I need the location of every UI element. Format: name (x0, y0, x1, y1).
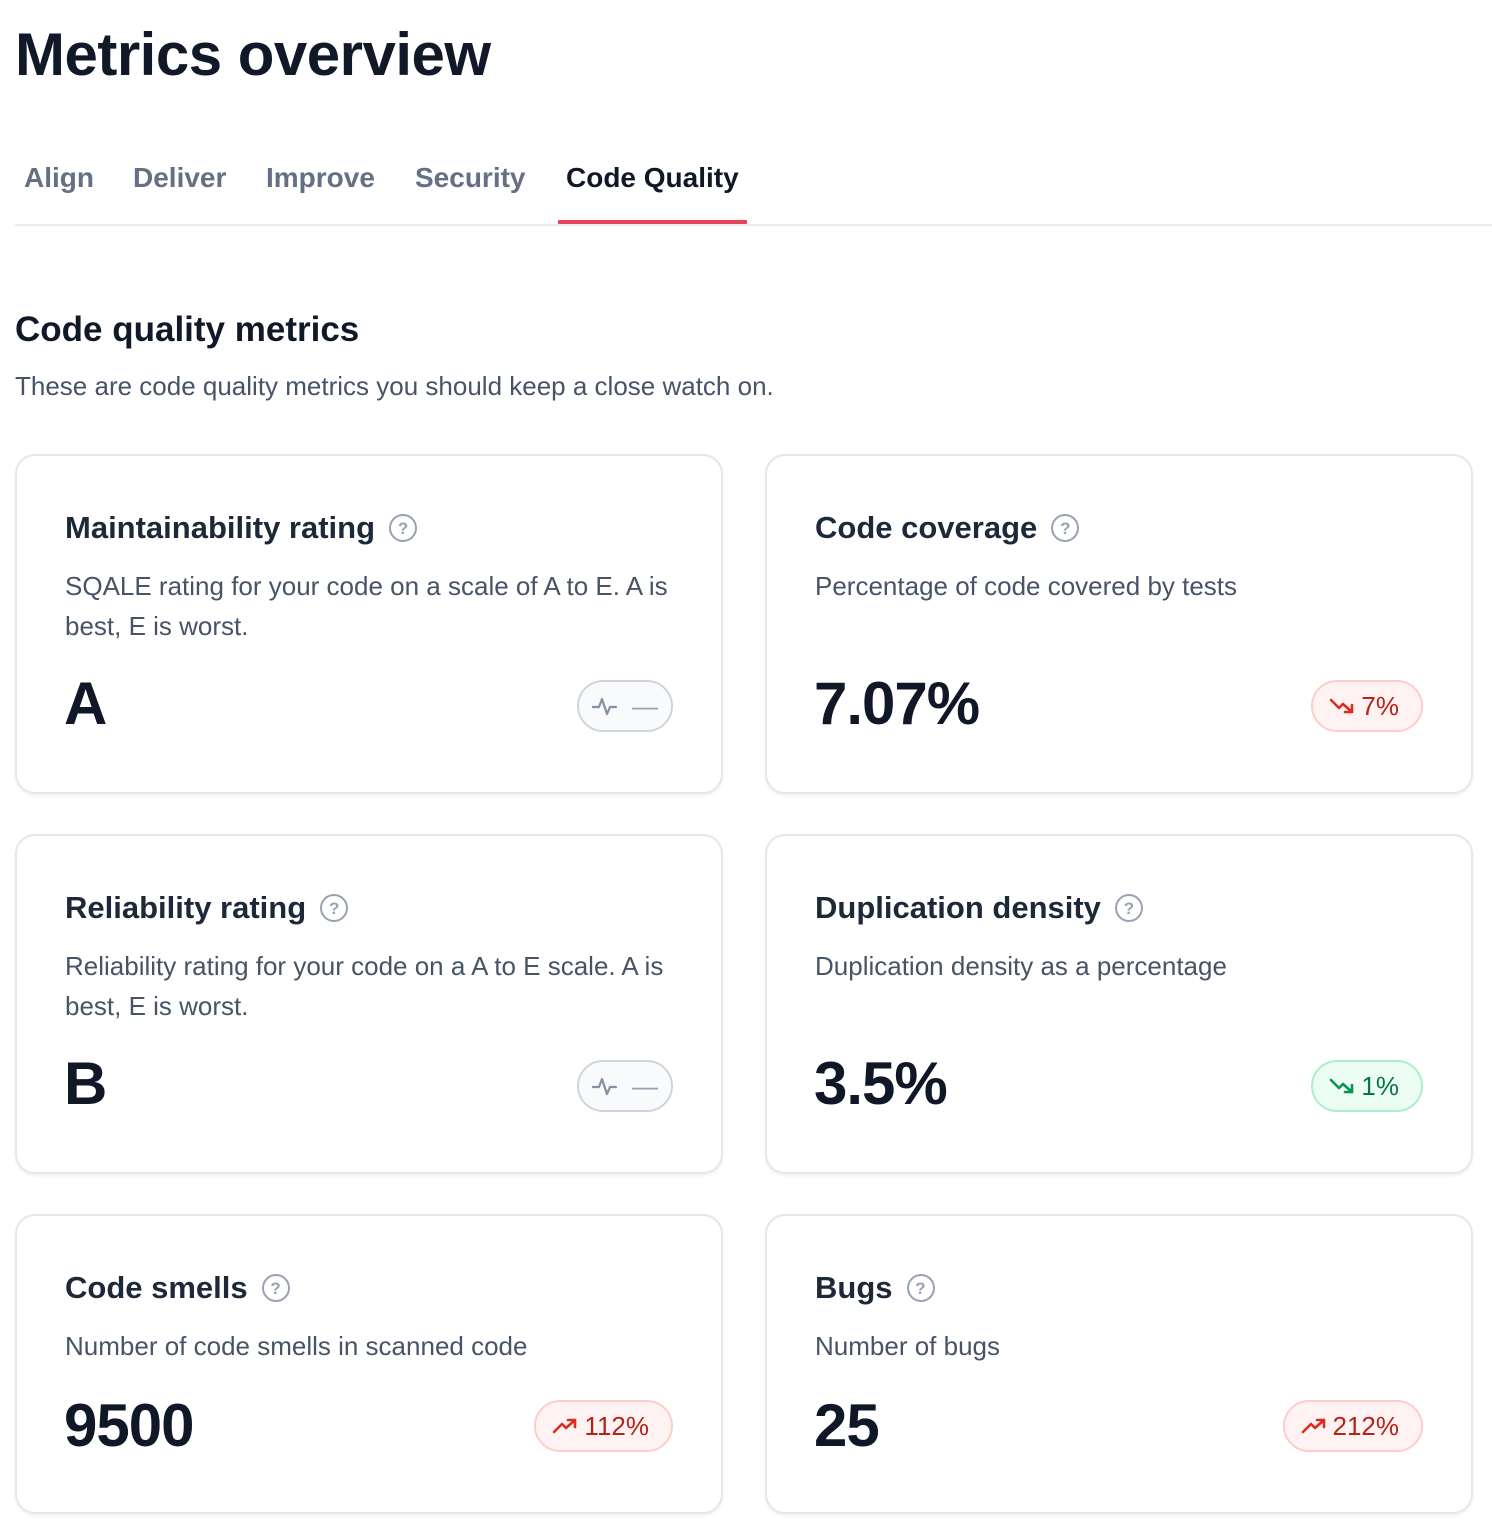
trend-badge: 1% (1311, 1060, 1423, 1112)
card-description: Reliability rating for your code on a A … (65, 951, 664, 1021)
metrics-page: Metrics overview Align Deliver Improve S… (0, 0, 1492, 1532)
page-title: Metrics overview (15, 21, 491, 88)
trend-badge: 7% (1311, 680, 1423, 732)
help-icon[interactable]: ? (1114, 894, 1143, 922)
card-value: 7.07% (814, 670, 980, 737)
trend-text: 7% (1361, 690, 1399, 721)
help-icon[interactable]: ? (261, 1274, 290, 1302)
tab-code-quality[interactable]: Code Quality (566, 162, 739, 194)
card-title: Maintainability rating (65, 510, 376, 545)
trend-text: — (632, 690, 658, 721)
help-icon[interactable]: ? (389, 514, 418, 542)
card-title: Code smells (65, 1270, 248, 1305)
tab-align[interactable]: Align (24, 162, 94, 194)
tab-deliver[interactable]: Deliver (133, 162, 226, 194)
card-title: Reliability rating (65, 890, 307, 925)
active-tab-indicator (558, 220, 747, 224)
card-value: B (64, 1050, 107, 1117)
tab-security[interactable]: Security (415, 162, 526, 194)
trend-text: — (632, 1070, 658, 1101)
trend-text: 1% (1361, 1070, 1399, 1101)
metric-card-bugs: Bugs ? Number of bugs 25 212% (765, 1214, 1473, 1514)
section-title: Code quality metrics (15, 310, 360, 349)
card-title: Bugs (815, 1270, 893, 1305)
trend-badge: 212% (1282, 1400, 1423, 1452)
trend-down-icon (1329, 695, 1355, 717)
tab-improve[interactable]: Improve (266, 162, 375, 194)
activity-icon (592, 695, 618, 717)
help-icon[interactable]: ? (906, 1274, 935, 1302)
card-description: Number of code smells in scanned code (65, 1331, 528, 1361)
trend-up-icon (1301, 1415, 1327, 1437)
tab-bar: Align Deliver Improve Security Code Qual… (15, 150, 1492, 226)
metric-card-maintainability: Maintainability rating ? SQALE rating fo… (15, 454, 723, 794)
activity-icon (592, 1075, 618, 1097)
card-value: 9500 (64, 1392, 194, 1459)
metric-card-code-smells: Code smells ? Number of code smells in s… (15, 1214, 723, 1514)
card-value: 25 (814, 1392, 880, 1459)
trend-down-icon (1329, 1075, 1355, 1097)
section-subtitle: These are code quality metrics you shoul… (15, 371, 774, 401)
card-description: Percentage of code covered by tests (815, 571, 1238, 601)
card-value: A (64, 670, 107, 737)
trend-up-icon (552, 1415, 578, 1437)
metric-card-duplication-density: Duplication density ? Duplication densit… (765, 834, 1473, 1174)
trend-text: 112% (584, 1410, 649, 1441)
card-description: Number of bugs (815, 1331, 1000, 1361)
trend-badge: — (577, 680, 673, 732)
card-value: 3.5% (814, 1050, 948, 1117)
card-description: SQALE rating for your code on a scale of… (65, 571, 668, 641)
help-icon[interactable]: ? (320, 894, 349, 922)
help-icon[interactable]: ? (1051, 514, 1080, 542)
trend-text: 212% (1332, 1410, 1400, 1441)
card-title: Code coverage (815, 510, 1038, 545)
metric-card-code-coverage: Code coverage ? Percentage of code cover… (765, 454, 1473, 794)
card-description: Duplication density as a percentage (815, 951, 1227, 981)
card-title: Duplication density (815, 890, 1101, 925)
trend-badge: — (577, 1060, 673, 1112)
metric-card-reliability: Reliability rating ? Reliability rating … (15, 834, 723, 1174)
trend-badge: 112% (534, 1400, 673, 1452)
